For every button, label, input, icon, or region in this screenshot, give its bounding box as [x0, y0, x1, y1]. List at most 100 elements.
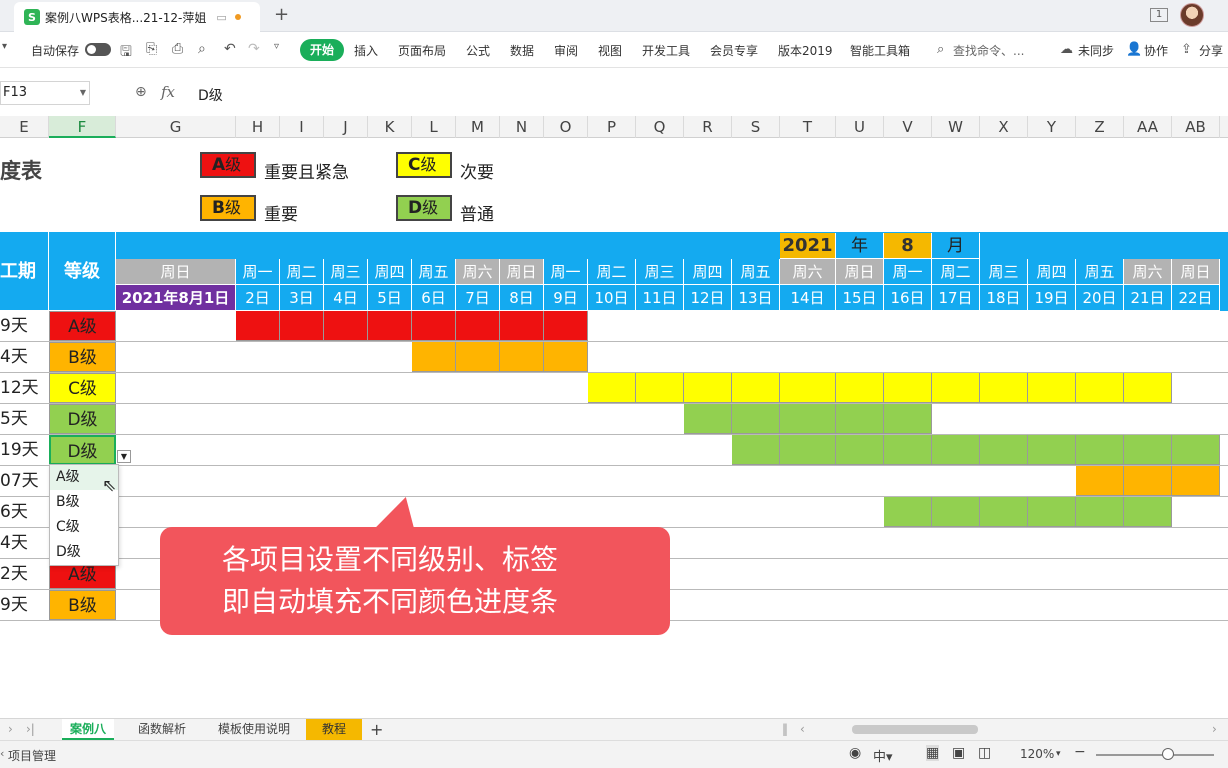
- tab-view[interactable]: 视图: [598, 42, 622, 59]
- formula-input[interactable]: D级: [198, 85, 223, 105]
- document-tab[interactable]: S 案例八WPS表格...21-12-萍姐 ▭: [14, 2, 260, 32]
- grade-cell[interactable]: A级: [49, 311, 116, 341]
- column-header[interactable]: O: [544, 116, 588, 138]
- status-chevron-icon[interactable]: ‹: [0, 747, 4, 760]
- command-search[interactable]: 查找命令、...: [953, 42, 1024, 59]
- page-break-view-icon[interactable]: ◫: [978, 745, 991, 761]
- sheet-grid[interactable]: 度表 A级 重要且紧急 C级 次要 B级 重要 D级 普通 工期 等级 2021…: [0, 139, 1228, 720]
- column-header[interactable]: X: [980, 116, 1028, 138]
- column-header[interactable]: T: [780, 116, 836, 138]
- avatar[interactable]: [1180, 3, 1204, 27]
- preview-icon[interactable]: ⌕: [198, 41, 206, 57]
- zoom-dropdown-icon[interactable]: ▾: [1056, 749, 1061, 759]
- print-icon[interactable]: ⎙: [172, 41, 183, 57]
- eye-protect-icon[interactable]: ◉: [849, 745, 861, 761]
- share-icon[interactable]: ⇪: [1181, 42, 1192, 57]
- duration-cell[interactable]: 9天: [0, 590, 49, 620]
- column-header[interactable]: N: [500, 116, 544, 138]
- page-layout-view-icon[interactable]: ▣: [952, 745, 965, 761]
- column-header[interactable]: Y: [1028, 116, 1076, 138]
- last-sheet-icon[interactable]: ›|: [18, 719, 43, 740]
- sync-status[interactable]: 未同步: [1078, 42, 1114, 59]
- column-header[interactable]: J: [324, 116, 368, 138]
- column-header[interactable]: M: [456, 116, 500, 138]
- tab-data[interactable]: 数据: [510, 42, 534, 59]
- collab-icon[interactable]: 👤: [1126, 42, 1142, 57]
- grade-cell[interactable]: D级: [49, 404, 116, 434]
- column-header[interactable]: W: [932, 116, 980, 138]
- share-button[interactable]: 分享: [1199, 42, 1223, 59]
- add-sheet-icon[interactable]: +: [362, 719, 391, 740]
- column-header[interactable]: V: [884, 116, 932, 138]
- pin-icon[interactable]: ▭: [216, 11, 226, 24]
- grade-cell[interactable]: D级: [49, 435, 116, 465]
- sheet-tab-functions[interactable]: 函数解析: [130, 719, 194, 740]
- grade-cell[interactable]: B级: [49, 342, 116, 372]
- window-count-badge[interactable]: 1: [1150, 8, 1168, 22]
- chevron-down-icon[interactable]: ▼: [80, 82, 86, 104]
- grade-cell[interactable]: C级: [49, 373, 116, 403]
- duration-cell[interactable]: 12天: [0, 373, 49, 403]
- duration-cell[interactable]: 4天: [0, 342, 49, 372]
- tab-page-layout[interactable]: 页面布局: [398, 42, 446, 59]
- tab-smart-toolbox[interactable]: 智能工具箱: [850, 42, 910, 59]
- column-header[interactable]: P: [588, 116, 636, 138]
- zoom-slider-handle[interactable]: [1162, 748, 1174, 760]
- normal-view-icon[interactable]: ▦: [926, 745, 940, 761]
- column-header[interactable]: L: [412, 116, 456, 138]
- duration-cell[interactable]: 9天: [0, 311, 49, 341]
- input-method-icon[interactable]: 中▾: [873, 746, 893, 765]
- tab-review[interactable]: 审阅: [554, 42, 578, 59]
- column-header[interactable]: Q: [636, 116, 684, 138]
- column-header[interactable]: H: [236, 116, 280, 138]
- dropdown-option-c[interactable]: C级: [50, 515, 118, 540]
- search-icon[interactable]: ⌕: [937, 42, 944, 57]
- autosave-toggle[interactable]: [85, 43, 111, 56]
- column-header[interactable]: Z: [1076, 116, 1124, 138]
- duration-cell[interactable]: 6天: [0, 497, 49, 527]
- column-header[interactable]: AB: [1172, 116, 1220, 138]
- save-icon[interactable]: 🖫: [120, 41, 132, 65]
- new-tab-plus-icon[interactable]: +: [274, 4, 289, 25]
- horizontal-scrollbar[interactable]: [852, 725, 978, 734]
- column-header[interactable]: E: [0, 116, 49, 138]
- scroll-left-icon[interactable]: ‹: [792, 719, 813, 740]
- zoom-formula-icon[interactable]: ⊕: [135, 84, 147, 100]
- duration-cell[interactable]: 5天: [0, 404, 49, 434]
- undo-icon[interactable]: ↶: [224, 41, 236, 57]
- name-box[interactable]: F13 ▼: [0, 81, 90, 105]
- dropdown-option-d[interactable]: D级: [50, 540, 118, 565]
- collab-button[interactable]: 协作: [1144, 42, 1168, 59]
- zoom-level[interactable]: 120%: [1020, 747, 1054, 761]
- menu-chevron-icon[interactable]: ▾: [2, 41, 7, 52]
- duration-cell[interactable]: 19天: [0, 435, 49, 465]
- dropdown-arrow-icon[interactable]: ▼: [117, 450, 131, 463]
- column-header[interactable]: G: [116, 116, 236, 138]
- scroll-right-icon[interactable]: ›: [1204, 719, 1225, 740]
- duration-cell[interactable]: 4天: [0, 528, 49, 558]
- tab-member[interactable]: 会员专享: [710, 42, 758, 59]
- column-header[interactable]: F: [49, 116, 116, 138]
- more-icon[interactable]: ▿: [274, 41, 279, 52]
- cloud-icon[interactable]: ☁: [1060, 42, 1073, 57]
- export-icon[interactable]: ⎘: [146, 41, 157, 57]
- month-cell[interactable]: 8: [884, 233, 932, 259]
- duration-cell[interactable]: 2天: [0, 559, 49, 589]
- sheet-tab-guide[interactable]: 模板使用说明: [210, 719, 298, 740]
- tab-home[interactable]: 开始: [300, 39, 344, 61]
- tab-developer[interactable]: 开发工具: [642, 42, 690, 59]
- column-header[interactable]: I: [280, 116, 324, 138]
- sheet-tab-tutorial[interactable]: 教程: [306, 719, 363, 740]
- sheet-tab-case8[interactable]: 案例八: [62, 719, 115, 740]
- fx-icon[interactable]: fx: [161, 83, 175, 101]
- zoom-out-icon[interactable]: −: [1074, 744, 1086, 760]
- column-header[interactable]: R: [684, 116, 732, 138]
- tab-version[interactable]: 版本2019: [778, 42, 833, 59]
- year-cell[interactable]: 2021: [780, 233, 836, 259]
- column-header[interactable]: K: [368, 116, 412, 138]
- grade-cell[interactable]: B级: [49, 590, 116, 620]
- tab-formulas[interactable]: 公式: [466, 42, 490, 59]
- zoom-slider-track[interactable]: [1096, 754, 1214, 756]
- tab-insert[interactable]: 插入: [354, 42, 378, 59]
- duration-cell[interactable]: 07天: [0, 466, 49, 496]
